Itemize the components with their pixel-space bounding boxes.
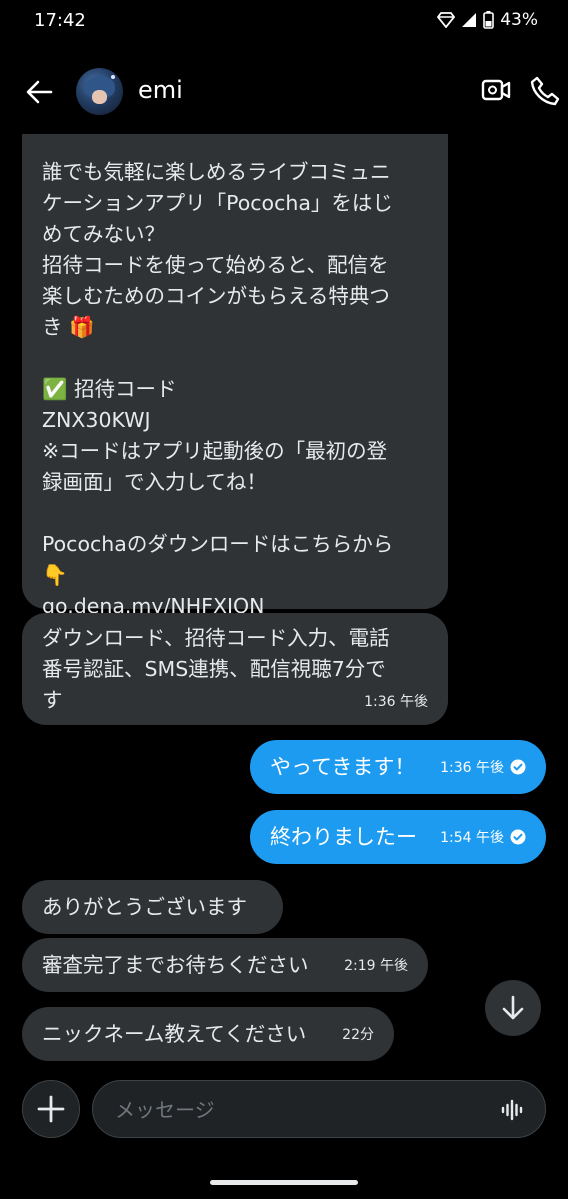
message-timestamp: 2:19 午後 [344, 958, 408, 974]
message-bubble-outgoing[interactable]: やってきます！ 1:36 午後 [250, 740, 546, 794]
message-bubble-incoming[interactable]: 誰でも気軽に楽しめるライブコミュニ ケーションアプリ「Pococha」をはじ め… [22, 134, 448, 618]
video-call-icon[interactable] [481, 77, 511, 107]
message-bubble-incoming[interactable]: 審査完了までお待ちください 2:19 午後 [22, 938, 428, 992]
message-input-container[interactable] [92, 1080, 546, 1139]
diamond-icon [437, 12, 456, 28]
battery-icon [483, 11, 495, 29]
read-check-icon [510, 829, 526, 845]
status-icons: 43% [437, 10, 538, 30]
contact-name[interactable]: emi [138, 76, 183, 104]
message-timestamp: 22分 [342, 1027, 374, 1043]
message-timestamp: 1:54 午後 [440, 830, 504, 846]
message-text: ありがとうございます [42, 894, 247, 919]
signal-icon [461, 12, 477, 28]
avatar[interactable] [76, 68, 123, 115]
battery-percent: 43% [500, 10, 538, 30]
message-input[interactable] [113, 1081, 477, 1139]
plus-icon [37, 1095, 65, 1127]
read-check-icon [510, 759, 526, 775]
message-bubble-incoming[interactable]: ニックネーム教えてください 22分 [22, 1007, 394, 1061]
message-timestamp: 1:36 午後 [440, 760, 504, 776]
home-indicator[interactable] [210, 1180, 358, 1185]
back-arrow-icon[interactable] [22, 75, 56, 109]
message-text: ニックネーム教えてください [42, 1021, 307, 1046]
message-bubble-outgoing[interactable]: 終わりましたー 1:54 午後 [250, 810, 546, 864]
voice-message-icon[interactable] [501, 1098, 525, 1126]
add-attachment-button[interactable] [22, 1080, 80, 1138]
phone-icon[interactable] [530, 76, 560, 110]
message-text: 終わりましたー [270, 824, 417, 849]
message-timestamp: 1:36 午後 [364, 694, 428, 710]
message-composer [22, 1080, 546, 1139]
status-bar: 17:42 43% [0, 0, 568, 46]
conversation-header: emi [0, 48, 568, 134]
scroll-to-bottom-button[interactable] [485, 980, 541, 1036]
message-text: 誰でも気軽に楽しめるライブコミュニ ケーションアプリ「Pococha」をはじ め… [42, 160, 394, 587]
message-text: 審査完了までお待ちください [42, 952, 309, 977]
message-text: やってきます！ [270, 754, 416, 779]
status-time: 17:42 [34, 10, 86, 31]
message-bubble-incoming[interactable]: ダウンロード、招待コード入力、電話 番号認証、SMS連携、配信視聴7分で す 1… [22, 613, 448, 725]
arrow-down-icon [501, 995, 525, 1025]
message-bubble-incoming[interactable]: ありがとうございます [22, 880, 283, 934]
